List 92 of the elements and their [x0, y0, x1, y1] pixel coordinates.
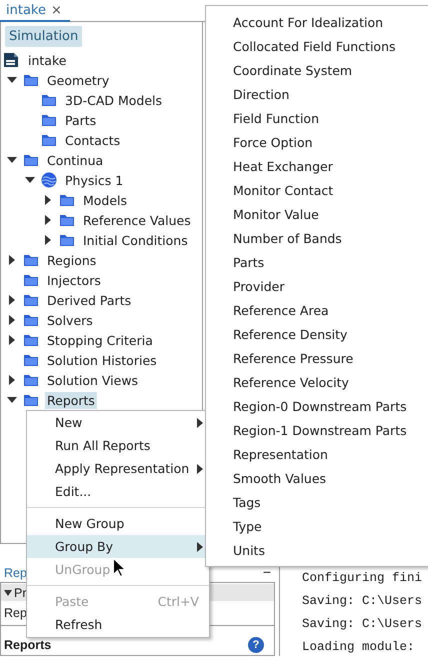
menu-item[interactable]: Coordinate System	[206, 59, 428, 83]
console-line: Saving: C:\Users	[302, 616, 424, 633]
menu-item[interactable]: Heat Exchanger	[206, 155, 428, 179]
expand-arrow-icon[interactable]	[9, 375, 15, 385]
document-tab[interactable]: intake ×	[0, 0, 70, 22]
tree-item[interactable]: Injectors	[45, 272, 103, 288]
tree-item[interactable]: Physics 1	[63, 172, 126, 188]
menu-item[interactable]: Parts	[206, 251, 428, 275]
console-line: Saving: C:\Users	[302, 593, 424, 610]
folder-icon	[23, 273, 39, 287]
expand-arrow-icon[interactable]	[45, 235, 51, 245]
menu-item[interactable]: Force Option	[206, 131, 428, 155]
collapse-arrow-icon[interactable]	[7, 156, 17, 164]
panel-tab[interactable]: Rep	[4, 566, 27, 580]
menu-item[interactable]: Region-1 Downstream Parts	[206, 419, 428, 443]
tree-item[interactable]: Geometry	[45, 72, 112, 88]
menu-item[interactable]: Field Function	[206, 107, 428, 131]
menu-item[interactable]: Direction	[206, 83, 428, 107]
menu-item[interactable]: Monitor Contact	[206, 179, 428, 203]
tree-item[interactable]: Initial Conditions	[81, 232, 190, 248]
folder-icon	[41, 113, 57, 127]
panel-title: Reports	[4, 638, 52, 652]
menu-item[interactable]: Provider	[206, 275, 428, 299]
menu-item[interactable]: Representation	[206, 443, 428, 467]
expand-arrow-icon[interactable]	[45, 215, 51, 225]
menu-item[interactable]: Collocated Field Functions	[206, 35, 428, 59]
folder-icon	[59, 213, 75, 227]
menu-item[interactable]: Units	[206, 539, 428, 563]
expand-arrow-icon[interactable]	[45, 195, 51, 205]
menu-item[interactable]: Account For Idealization	[206, 11, 428, 35]
folder-icon	[23, 253, 39, 267]
collapse-arrow-icon[interactable]	[25, 176, 35, 184]
tree-item[interactable]: Derived Parts	[45, 292, 134, 308]
tree-item[interactable]: Parts	[63, 112, 98, 128]
menu-item[interactable]: New Group	[27, 512, 209, 535]
menu-item[interactable]: Smooth Values	[206, 467, 428, 491]
menu-item[interactable]: Number of Bands	[206, 227, 428, 251]
tree-item[interactable]: Contacts	[63, 132, 122, 148]
folder-icon	[41, 133, 57, 147]
expand-arrow-icon[interactable]	[9, 295, 15, 305]
folder-icon	[23, 313, 39, 327]
folder-icon	[23, 333, 39, 347]
tree-item[interactable]: Solution Histories	[45, 352, 159, 368]
close-icon[interactable]: ×	[50, 2, 62, 18]
menu-item[interactable]: Type	[206, 515, 428, 539]
expand-arrow-icon[interactable]	[9, 255, 15, 265]
shortcut-label: Ctrl+V	[158, 594, 199, 609]
menu-item[interactable]: Reference Pressure	[206, 347, 428, 371]
help-icon[interactable]: ?	[248, 637, 264, 653]
folder-icon	[23, 293, 39, 307]
simulation-tab[interactable]: Simulation	[5, 26, 82, 47]
folder-icon	[23, 393, 39, 407]
tree-item[interactable]: Solvers	[45, 312, 95, 328]
menu-item[interactable]: Edit...	[27, 480, 209, 503]
tree-item[interactable]: Regions	[45, 252, 98, 268]
menu-item[interactable]: Reference Density	[206, 323, 428, 347]
menu-item[interactable]: Region-0 Downstream Parts	[206, 395, 428, 419]
menu-item[interactable]: Reference Velocity	[206, 371, 428, 395]
tree-item[interactable]: Stopping Criteria	[45, 332, 155, 348]
tree-item[interactable]: 3D-CAD Models	[63, 92, 164, 108]
tree-item[interactable]: Reports	[45, 392, 97, 408]
tree-item[interactable]: Reference Values	[81, 212, 193, 228]
tree-item[interactable]: Models	[81, 192, 130, 208]
header-label: Pr	[14, 586, 26, 600]
folder-icon	[23, 373, 39, 387]
folder-icon	[23, 153, 39, 167]
console-line: Loading module:	[302, 639, 416, 656]
mouse-cursor-icon	[113, 558, 125, 577]
tree-item[interactable]: Continua	[45, 152, 106, 168]
collapse-arrow-icon[interactable]	[4, 590, 12, 596]
expand-arrow-icon[interactable]	[9, 335, 15, 345]
console-line: Configuring fini	[302, 570, 424, 587]
menu-item[interactable]: Run All Reports	[27, 434, 209, 457]
menu-item[interactable]: Refresh	[27, 613, 209, 636]
folder-icon	[59, 233, 75, 247]
collapse-arrow-icon[interactable]	[7, 76, 17, 84]
folder-icon	[59, 193, 75, 207]
menu-item[interactable]: Tags	[206, 491, 428, 515]
folder-icon	[23, 353, 39, 367]
menu-item[interactable]: Monitor Value	[206, 203, 428, 227]
expand-arrow-icon[interactable]	[9, 315, 15, 325]
tree-item[interactable]: Solution Views	[45, 372, 140, 388]
sphere-icon	[41, 172, 57, 188]
minimize-button[interactable]: −	[262, 564, 271, 580]
collapse-arrow-icon[interactable]	[7, 396, 17, 404]
menu-item[interactable]: Reference Area	[206, 299, 428, 323]
file-icon	[3, 52, 19, 68]
folder-icon	[41, 93, 57, 107]
menu-item[interactable]: Apply Representation	[27, 457, 209, 480]
menu-item[interactable]: New	[27, 411, 209, 434]
tree-item[interactable]: intake	[26, 52, 68, 68]
folder-icon	[23, 73, 39, 87]
